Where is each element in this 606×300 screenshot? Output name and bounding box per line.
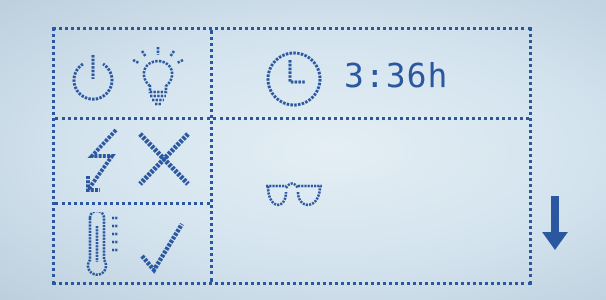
arrow-down-icon[interactable] xyxy=(540,194,570,258)
timer-readout: 3:36h xyxy=(344,56,449,95)
cross-icon xyxy=(134,128,194,190)
glasses-icon xyxy=(262,178,328,212)
lightning-icon xyxy=(78,126,124,196)
power-icon xyxy=(66,52,120,104)
lcd-screen: 3:36h xyxy=(0,0,606,300)
thermometer-icon xyxy=(82,212,126,280)
right-row-divider xyxy=(213,117,529,120)
checkmark-icon xyxy=(138,218,188,276)
lightbulb-icon xyxy=(128,44,192,110)
left-row-divider-2 xyxy=(55,202,210,205)
clock-icon xyxy=(262,48,326,110)
left-row-divider-1 xyxy=(55,117,210,120)
column-divider xyxy=(210,30,213,282)
